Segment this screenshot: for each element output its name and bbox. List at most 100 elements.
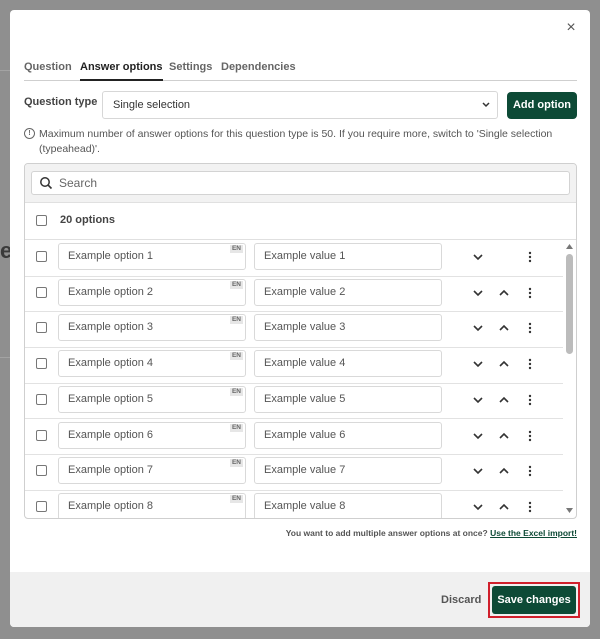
info-icon: ! (24, 128, 35, 139)
option-value-input[interactable]: Example value 7 (254, 457, 442, 485)
answer-options-dialog: × Question Answer options Settings Depen… (10, 10, 590, 627)
more-vertical-icon[interactable] (523, 321, 537, 335)
question-type-select[interactable]: Single selection (102, 91, 498, 119)
option-label-text: Example option 1 (68, 250, 153, 262)
options-count: 20 options (60, 214, 116, 226)
more-vertical-icon[interactable] (523, 250, 537, 264)
more-vertical-icon[interactable] (523, 357, 537, 371)
scroll-down-icon[interactable] (565, 507, 574, 515)
option-value-text: Example value 7 (264, 464, 346, 477)
more-vertical-icon[interactable] (523, 464, 537, 478)
chevron-down-icon[interactable] (471, 250, 485, 264)
chevron-down-icon[interactable] (471, 429, 485, 443)
chevron-up-icon[interactable] (497, 321, 511, 335)
chevron-down-icon[interactable] (471, 464, 485, 478)
options-scrollbar[interactable] (565, 240, 574, 518)
chevron-up-icon[interactable] (497, 429, 511, 443)
option-label-input[interactable]: Example option 3 EN (58, 314, 246, 342)
option-value-input[interactable]: Example value 2 (254, 278, 442, 306)
option-label-text: Example option 2 (68, 285, 153, 298)
option-row: Example option 1 EN Example value 1 (25, 240, 563, 277)
option-row: Example option 3 EN Example value 3 (25, 311, 563, 349)
question-type-label: Question type (24, 96, 98, 108)
question-type-selected-value: Single selection (113, 99, 191, 111)
option-checkbox[interactable] (36, 465, 47, 477)
chevron-up-icon[interactable] (497, 464, 511, 478)
option-row: Example option 4 EN Example value 4 (25, 347, 563, 384)
chevron-down-icon[interactable] (471, 393, 485, 407)
background-divider (0, 357, 10, 358)
option-value-text: Example value 2 (264, 285, 346, 298)
dialog-footer: Discard Save changes (10, 572, 590, 627)
select-all-checkbox[interactable] (36, 215, 47, 226)
option-row: Example option 6 EN Example value 6 (25, 419, 563, 456)
language-badge: EN (229, 387, 243, 396)
option-checkbox[interactable] (36, 286, 47, 298)
option-checkbox[interactable] (36, 322, 47, 334)
option-value-input[interactable]: Example value 6 (254, 421, 442, 449)
answer-options-panel: 20 options Example option 1 EN Example val… (24, 163, 577, 519)
excel-import-link[interactable]: Use the Excel import! (490, 528, 577, 538)
option-checkbox[interactable] (36, 500, 47, 512)
chevron-down-icon[interactable] (471, 357, 485, 371)
option-value-input[interactable]: Example value 5 (254, 385, 442, 413)
option-label-input[interactable]: Example option 6 EN (58, 421, 246, 449)
excel-import-note: You want to add multiple answer options … (286, 528, 577, 538)
chevron-down-icon[interactable] (471, 321, 485, 335)
chevron-down-icon[interactable] (471, 500, 485, 514)
option-checkbox[interactable] (36, 358, 47, 370)
select-all-row: 20 options (25, 203, 576, 240)
option-label-text: Example option 3 (68, 321, 153, 334)
option-value-input[interactable]: Example value 4 (254, 350, 442, 378)
language-badge: EN (229, 316, 243, 325)
option-checkbox[interactable] (36, 393, 47, 405)
option-label-text: Example option 7 (68, 464, 153, 477)
chevron-up-icon[interactable] (497, 393, 511, 407)
option-label-input[interactable]: Example option 1 EN (58, 243, 246, 270)
chevron-up-icon[interactable] (497, 357, 511, 371)
scroll-up-icon[interactable] (565, 242, 574, 250)
option-label-input[interactable]: Example option 4 EN (58, 350, 246, 378)
chevron-up-icon[interactable] (497, 286, 511, 300)
tab-question[interactable]: Question (24, 59, 72, 79)
search-input[interactable] (59, 175, 559, 191)
background-divider (0, 70, 10, 71)
option-value-input[interactable]: Example value 1 (254, 243, 442, 270)
scroll-thumb[interactable] (566, 254, 573, 354)
more-vertical-icon[interactable] (523, 429, 537, 443)
language-badge: EN (229, 280, 243, 289)
option-value-input[interactable]: Example value 8 (254, 492, 442, 518)
option-label-text: Example option 5 (68, 392, 153, 405)
more-vertical-icon[interactable] (523, 286, 537, 300)
option-label-input[interactable]: Example option 2 EN (58, 278, 246, 306)
save-changes-button[interactable]: Save changes (492, 586, 576, 614)
tab-dependencies[interactable]: Dependencies (221, 59, 296, 79)
option-value-input[interactable]: Example value 3 (254, 314, 442, 342)
search-box[interactable] (31, 171, 570, 195)
search-icon (40, 177, 53, 190)
excel-note-text: You want to add multiple answer options … (285, 528, 488, 538)
tab-settings[interactable]: Settings (169, 59, 212, 79)
option-row: Example option 8 EN Example value 8 (25, 490, 563, 518)
option-checkbox[interactable] (36, 251, 47, 262)
language-badge: EN (229, 459, 243, 468)
option-label-text: Example option 6 (68, 428, 153, 441)
option-checkbox[interactable] (36, 429, 47, 441)
option-value-text: Example value 1 (264, 250, 346, 262)
more-vertical-icon[interactable] (523, 393, 537, 407)
close-icon[interactable]: × (562, 19, 580, 37)
option-value-text: Example value 8 (264, 499, 346, 512)
options-list: Example option 1 EN Example value 1 Example… (25, 240, 576, 518)
option-value-text: Example value 6 (264, 428, 346, 441)
discard-button[interactable]: Discard (441, 594, 481, 606)
option-row: Example option 5 EN Example value 5 (25, 383, 563, 420)
more-vertical-icon[interactable] (523, 500, 537, 514)
add-option-button[interactable]: Add option (507, 92, 577, 119)
option-label-input[interactable]: Example option 7 EN (58, 457, 246, 485)
info-message: Maximum number of answer options for thi… (39, 128, 553, 155)
chevron-down-icon[interactable] (471, 286, 485, 300)
option-label-input[interactable]: Example option 8 EN (58, 492, 246, 518)
chevron-up-icon[interactable] (497, 500, 511, 514)
option-label-input[interactable]: Example option 5 EN (58, 385, 246, 413)
tab-answer-options[interactable]: Answer options (80, 59, 163, 81)
